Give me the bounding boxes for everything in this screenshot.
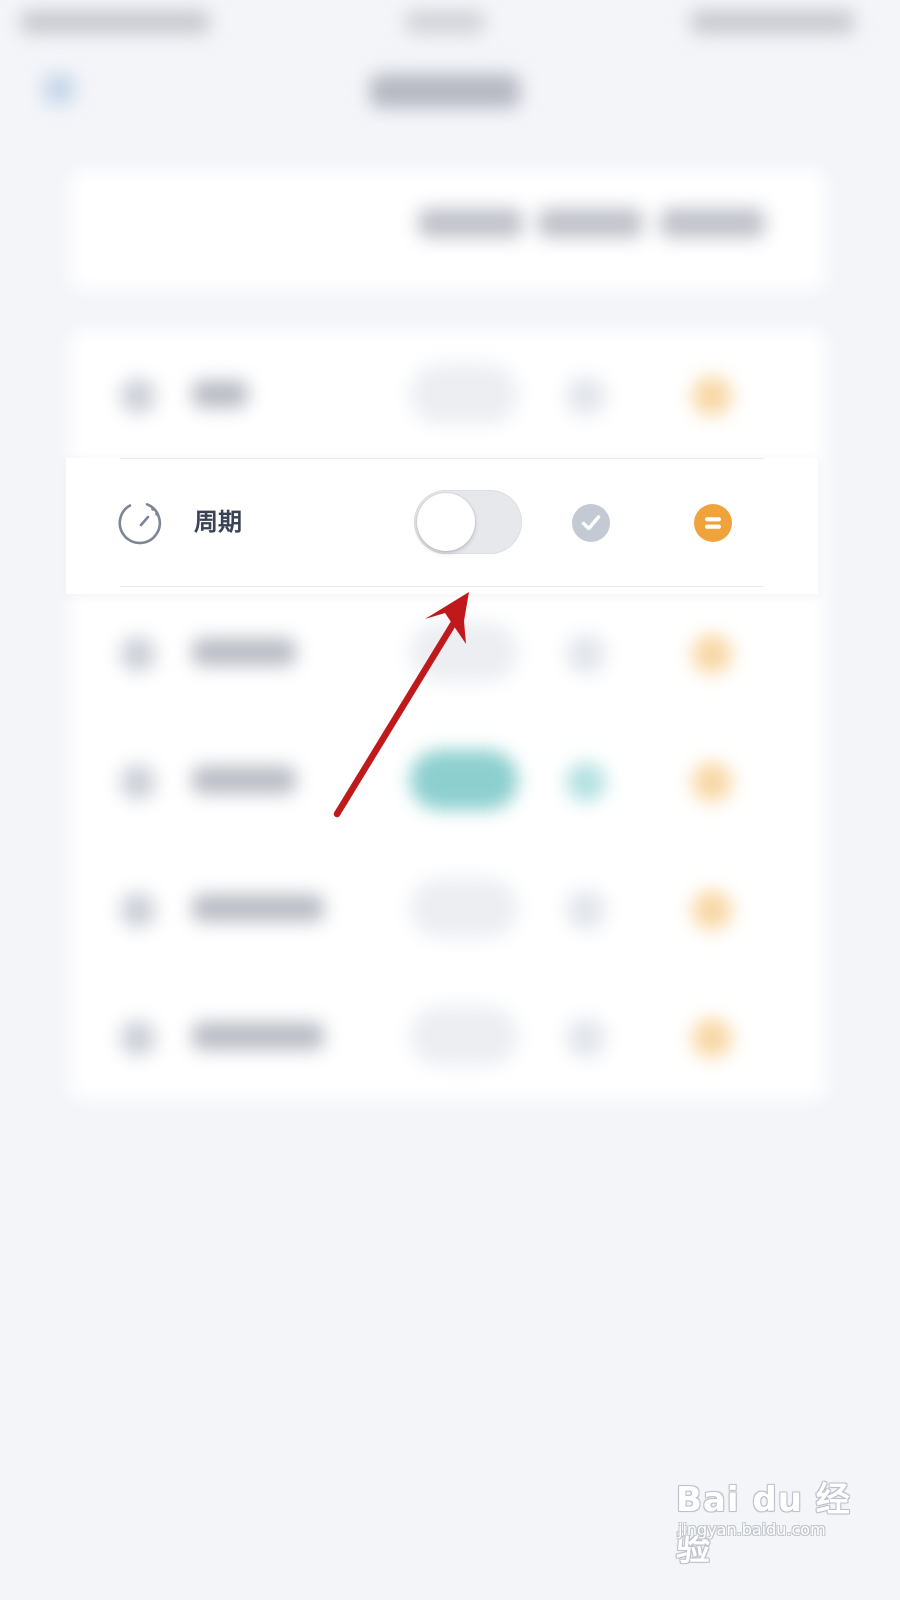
page-title: [370, 74, 520, 108]
list-item: [70, 330, 826, 458]
status-bar-right: [690, 10, 855, 34]
row-toggle: [410, 1006, 518, 1066]
row-toggle: [410, 364, 518, 424]
row-handle: [692, 634, 732, 674]
row-icon: [120, 764, 156, 800]
divider: [120, 586, 764, 587]
row-handle: [692, 762, 732, 802]
timer-icon: [118, 500, 164, 546]
row-check: [566, 376, 606, 416]
row-label: [192, 638, 296, 666]
back-icon: [44, 74, 74, 104]
row-label: [192, 766, 296, 794]
checkmark-icon[interactable]: [572, 504, 610, 542]
row-icon: [120, 1020, 156, 1056]
header-tab: [418, 208, 523, 238]
row-check: [566, 890, 606, 930]
list-item: [70, 972, 826, 1100]
row-check: [566, 762, 606, 802]
row-handle: [692, 890, 732, 930]
watermark-url: jingyan.baidu.com: [678, 1520, 826, 1539]
row-label: [192, 380, 248, 408]
list-item: [70, 716, 826, 844]
list-item-cycle: 周期: [66, 458, 818, 594]
status-bar-center: [405, 10, 485, 34]
row-toggle: [410, 750, 518, 810]
list-item: [70, 588, 826, 716]
row-icon: [120, 636, 156, 672]
row-handle: [692, 376, 732, 416]
row-icon: [120, 378, 156, 414]
divider: [120, 458, 764, 459]
list-item: [70, 844, 826, 972]
row-handle: [692, 1018, 732, 1058]
row-check: [566, 634, 606, 674]
row-label: [192, 1022, 324, 1050]
header-tab: [538, 208, 643, 238]
row-icon: [120, 892, 156, 928]
cycle-toggle[interactable]: [414, 490, 522, 554]
toggle-knob: [417, 493, 475, 551]
row-label: 周期: [194, 508, 242, 536]
blurred-background: [0, 0, 900, 1600]
row-toggle: [410, 622, 518, 682]
baidu-jingyan-watermark: Bai du 经验 jingyan.baidu.com: [676, 1472, 876, 1572]
row-toggle: [410, 878, 518, 938]
row-check: [566, 1018, 606, 1058]
row-label: [192, 894, 324, 922]
drag-handle-icon[interactable]: [694, 504, 732, 542]
status-bar-left: [20, 10, 210, 34]
header-tab: [660, 208, 765, 238]
